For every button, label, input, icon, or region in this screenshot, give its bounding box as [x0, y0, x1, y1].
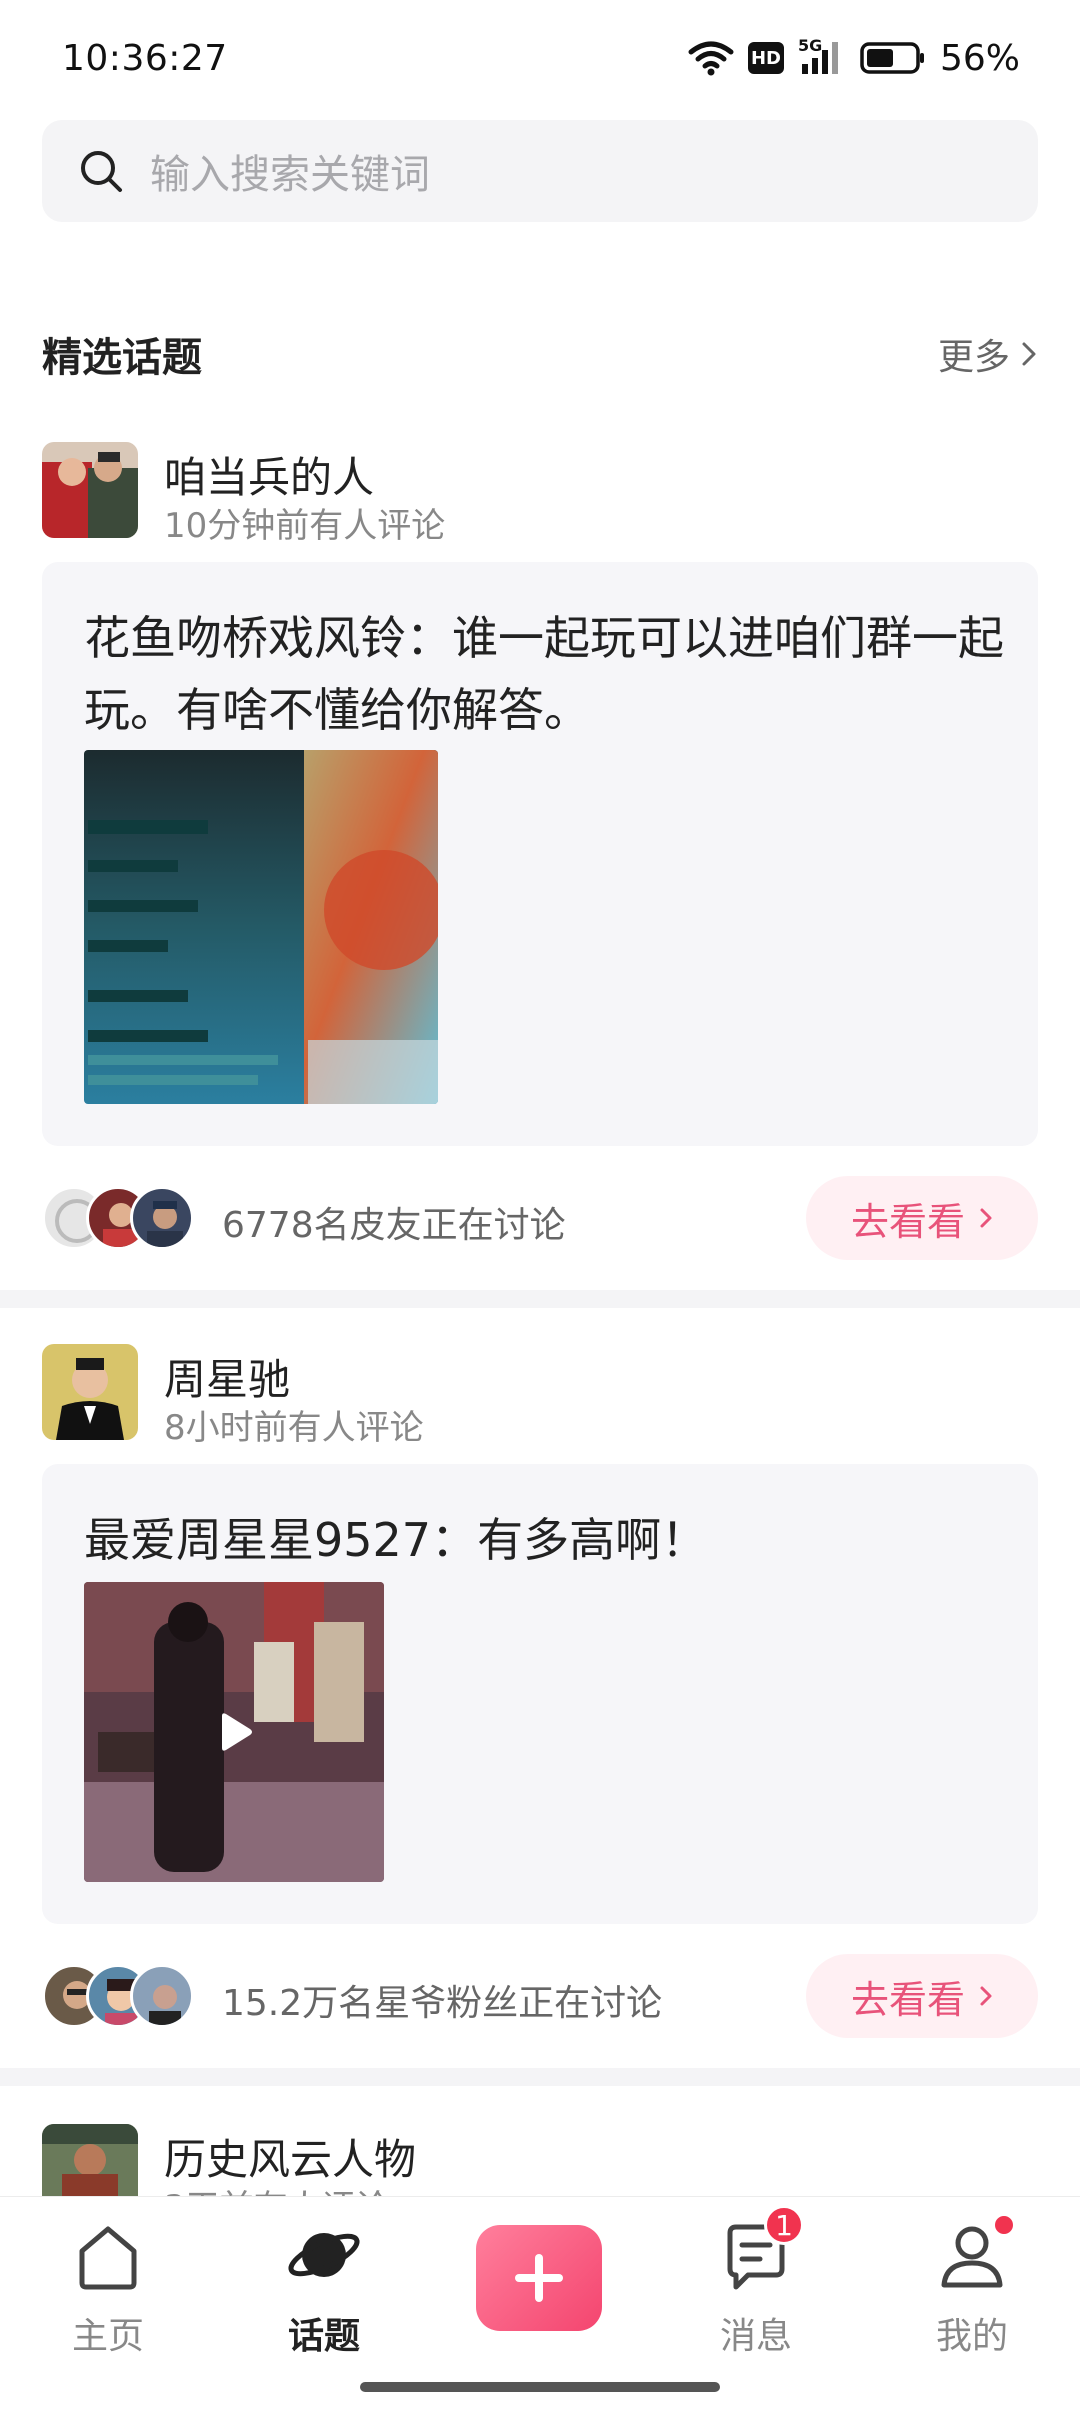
unread-badge: 1	[764, 2205, 804, 2245]
topic-header[interactable]: 历史风云人物 3天前有人评论	[42, 2124, 1038, 2196]
planet-icon	[284, 2215, 364, 2295]
post-video[interactable]	[84, 1582, 384, 1882]
nav-item-messages[interactable]: 1 消息	[666, 2205, 846, 2365]
topic-name: 周星驰	[164, 1355, 291, 1404]
nav-label: 我的	[935, 2316, 1008, 2357]
topic-avatar[interactable]	[42, 442, 138, 538]
plus-icon	[511, 2250, 567, 2306]
more-label: 更多	[937, 337, 1010, 378]
section-title: 精选话题	[42, 335, 202, 381]
chevron-right-icon	[1020, 340, 1038, 368]
topic-card[interactable]: 历史风云人物 3天前有人评论	[0, 2124, 1080, 2196]
search-input[interactable]: 输入搜索关键词	[42, 120, 1038, 222]
nav-label: 主页	[71, 2316, 144, 2357]
topic-avatar[interactable]	[42, 1344, 138, 1440]
battery-percent: 56%	[939, 37, 1020, 79]
play-icon[interactable]	[212, 1710, 256, 1754]
topic-time: 8小时前有人评论	[164, 1408, 424, 1448]
post-text: 花鱼吻桥戏风铃：谁一起玩可以进咱们群一起玩。有啥不懂给你解答。	[84, 611, 1004, 737]
go-see-label: 去看看	[850, 1199, 965, 1244]
participant-avatars	[42, 1964, 202, 2028]
section-divider	[0, 2068, 1080, 2086]
post-text: 最爱周星星9527：有多高啊！	[84, 1513, 708, 1567]
nav-label: 消息	[719, 2316, 792, 2357]
topic-time: 10分钟前有人评论	[164, 506, 446, 546]
nav-label: 话题	[287, 2316, 360, 2357]
search-icon	[78, 148, 124, 194]
discussion-count: 15.2万名星爷粉丝正在讨论	[222, 1983, 663, 2024]
discussion-row: 6778名皮友正在讨论 去看看	[42, 1176, 1038, 1260]
post-image[interactable]	[84, 750, 438, 1104]
status-bar: 10:36:27 HD 5G 56%	[0, 0, 1080, 120]
status-icons: HD 5G 56%	[688, 36, 1020, 80]
home-indicator	[360, 2382, 720, 2392]
more-link[interactable]: 更多	[938, 328, 1038, 380]
go-see-button[interactable]: 去看看	[806, 1954, 1038, 2038]
wifi-icon	[688, 39, 734, 77]
post-preview[interactable]: 最爱周星星9527：有多高啊！	[42, 1464, 1038, 1924]
topic-name: 咱当兵的人	[164, 453, 375, 502]
section-divider	[0, 1290, 1080, 1308]
battery-icon	[860, 41, 926, 75]
go-see-label: 去看看	[850, 1977, 965, 2022]
go-see-button[interactable]: 去看看	[806, 1176, 1038, 1260]
featured-topics-header: 精选话题 更多	[42, 322, 1038, 386]
nav-item-home[interactable]: 主页	[18, 2215, 198, 2365]
post-preview[interactable]: 花鱼吻桥戏风铃：谁一起玩可以进咱们群一起玩。有啥不懂给你解答。	[42, 562, 1038, 1146]
publish-button[interactable]	[476, 2225, 602, 2331]
discussion-row: 15.2万名星爷粉丝正在讨论 去看看	[42, 1954, 1038, 2038]
topic-card[interactable]: 周星驰 8小时前有人评论 最爱周星星9527：有多高啊！ 15.2万名星爷粉丝正…	[0, 1344, 1080, 2084]
topic-card[interactable]: 咱当兵的人 10分钟前有人评论 花鱼吻桥戏风铃：谁一起玩可以进咱们群一起玩。有啥…	[0, 442, 1080, 1292]
topic-avatar[interactable]	[42, 2124, 138, 2196]
bottom-nav: 主页 话题 1 消息 我的	[0, 2196, 1080, 2412]
participant-avatars	[42, 1186, 202, 1250]
topic-header[interactable]: 咱当兵的人 10分钟前有人评论	[42, 442, 1038, 546]
topic-header[interactable]: 周星驰 8小时前有人评论	[42, 1344, 1038, 1448]
topic-time: 3天前有人评论	[164, 2180, 390, 2196]
hd-label: HD	[750, 47, 781, 69]
signal-icon: 5G	[798, 36, 846, 78]
discussion-count: 6778名皮友正在讨论	[222, 1205, 566, 1246]
chevron-right-icon	[979, 1984, 993, 2008]
nav-item-profile[interactable]: 我的	[882, 2213, 1062, 2365]
profile-icon	[932, 2213, 1016, 2295]
search-placeholder: 输入搜索关键词	[150, 152, 430, 198]
chevron-right-icon	[979, 1206, 993, 1230]
avatar	[130, 1964, 194, 2028]
nav-item-topics[interactable]: 话题	[234, 2215, 414, 2365]
home-icon	[68, 2215, 148, 2295]
notification-dot	[992, 2213, 1016, 2237]
status-time: 10:36:27	[62, 38, 228, 79]
topic-name: 历史风云人物	[164, 2135, 417, 2184]
message-icon: 1	[716, 2205, 804, 2295]
avatar	[130, 1186, 194, 1250]
hd-icon: HD	[747, 42, 784, 74]
